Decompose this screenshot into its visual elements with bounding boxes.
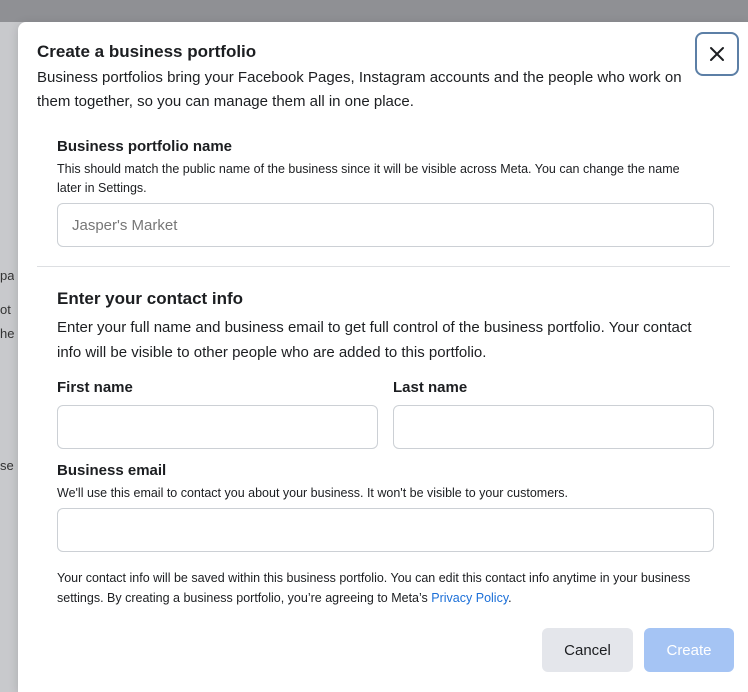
business-email-label: Business email bbox=[57, 462, 167, 479]
portfolio-name-label: Business portfolio name bbox=[57, 138, 233, 155]
first-name-label: First name bbox=[57, 379, 133, 396]
dialog-title: Create a business portfolio bbox=[37, 42, 257, 61]
last-name-label: Last name bbox=[393, 379, 468, 396]
close-button[interactable] bbox=[695, 32, 739, 76]
create-business-portfolio-dialog: Create a business portfolio Business por… bbox=[18, 22, 748, 692]
business-email-input[interactable] bbox=[57, 508, 714, 552]
background-text-fragment: he bbox=[0, 326, 14, 341]
portfolio-name-input[interactable] bbox=[57, 203, 714, 247]
first-name-input[interactable] bbox=[57, 405, 378, 449]
privacy-policy-link[interactable]: Privacy Policy bbox=[431, 591, 508, 605]
background-text-fragment: se bbox=[0, 458, 14, 473]
portfolio-name-helper: This should match the public name of the… bbox=[57, 162, 680, 195]
last-name-input[interactable] bbox=[393, 405, 714, 449]
contact-info-description: Enter your full name and business email … bbox=[57, 319, 692, 361]
close-icon bbox=[710, 47, 724, 61]
dialog-description: Business portfolios bring your Facebook … bbox=[37, 69, 682, 110]
privacy-notice-text: Your contact info will be saved within t… bbox=[57, 571, 691, 605]
cancel-button[interactable]: Cancel bbox=[542, 628, 633, 672]
create-button[interactable]: Create bbox=[644, 628, 734, 672]
contact-info-title: Enter your contact info bbox=[57, 289, 244, 308]
backdrop-overlay bbox=[0, 0, 748, 22]
background-text-fragment: pa bbox=[0, 268, 14, 283]
business-email-helper: We'll use this email to contact you abou… bbox=[57, 486, 569, 500]
section-divider bbox=[37, 266, 730, 267]
privacy-notice-period: . bbox=[508, 591, 512, 605]
privacy-notice: Your contact info will be saved within t… bbox=[57, 568, 727, 608]
background-text-fragment: ot bbox=[0, 302, 11, 317]
